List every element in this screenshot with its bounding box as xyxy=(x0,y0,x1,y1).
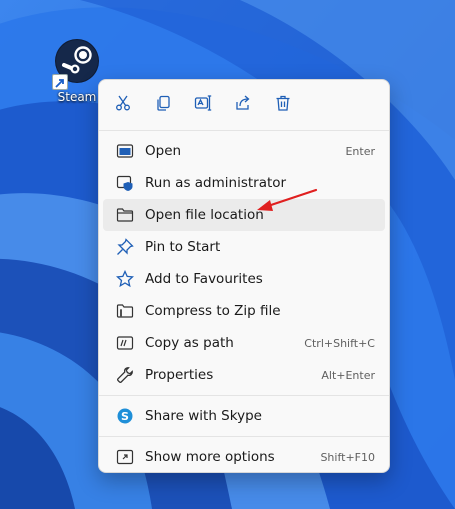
shield-icon xyxy=(116,174,134,192)
shortcut-arrow-icon xyxy=(52,74,68,90)
open-app-icon xyxy=(116,142,134,160)
menu-item-add-to-favourites[interactable]: Add to Favourites xyxy=(103,263,385,295)
separator xyxy=(99,436,389,437)
context-menu: Open Enter Run as administrator Open fil… xyxy=(98,79,390,473)
quick-actions-bar xyxy=(99,80,389,126)
cut-icon[interactable] xyxy=(111,91,135,115)
separator xyxy=(99,395,389,396)
menu-item-open[interactable]: Open Enter xyxy=(103,135,385,167)
skype-icon: S xyxy=(116,407,134,425)
delete-icon[interactable] xyxy=(271,91,295,115)
star-icon xyxy=(116,270,134,288)
rename-icon[interactable] xyxy=(191,91,215,115)
menu-item-show-more-options[interactable]: Show more options Shift+F10 xyxy=(103,441,385,473)
zip-folder-icon xyxy=(116,302,134,320)
svg-text:S: S xyxy=(121,410,129,423)
folder-icon xyxy=(116,206,134,224)
more-options-icon xyxy=(116,448,134,466)
wrench-icon xyxy=(116,366,134,384)
menu-item-share-with-skype[interactable]: S Share with Skype xyxy=(103,400,385,432)
menu-item-run-as-administrator[interactable]: Run as administrator xyxy=(103,167,385,199)
menu-item-pin-to-start[interactable]: Pin to Start xyxy=(103,231,385,263)
separator xyxy=(99,130,389,131)
pin-icon xyxy=(116,238,134,256)
copy-path-icon xyxy=(116,334,134,352)
menu-item-compress-to-zip[interactable]: Compress to Zip file xyxy=(103,295,385,327)
menu-item-open-file-location[interactable]: Open file location xyxy=(103,199,385,231)
menu-item-copy-as-path[interactable]: Copy as path Ctrl+Shift+C xyxy=(103,327,385,359)
menu-item-properties[interactable]: Properties Alt+Enter xyxy=(103,359,385,391)
copy-icon[interactable] xyxy=(151,91,175,115)
share-icon[interactable] xyxy=(231,91,255,115)
steam-logo-icon xyxy=(52,38,100,90)
